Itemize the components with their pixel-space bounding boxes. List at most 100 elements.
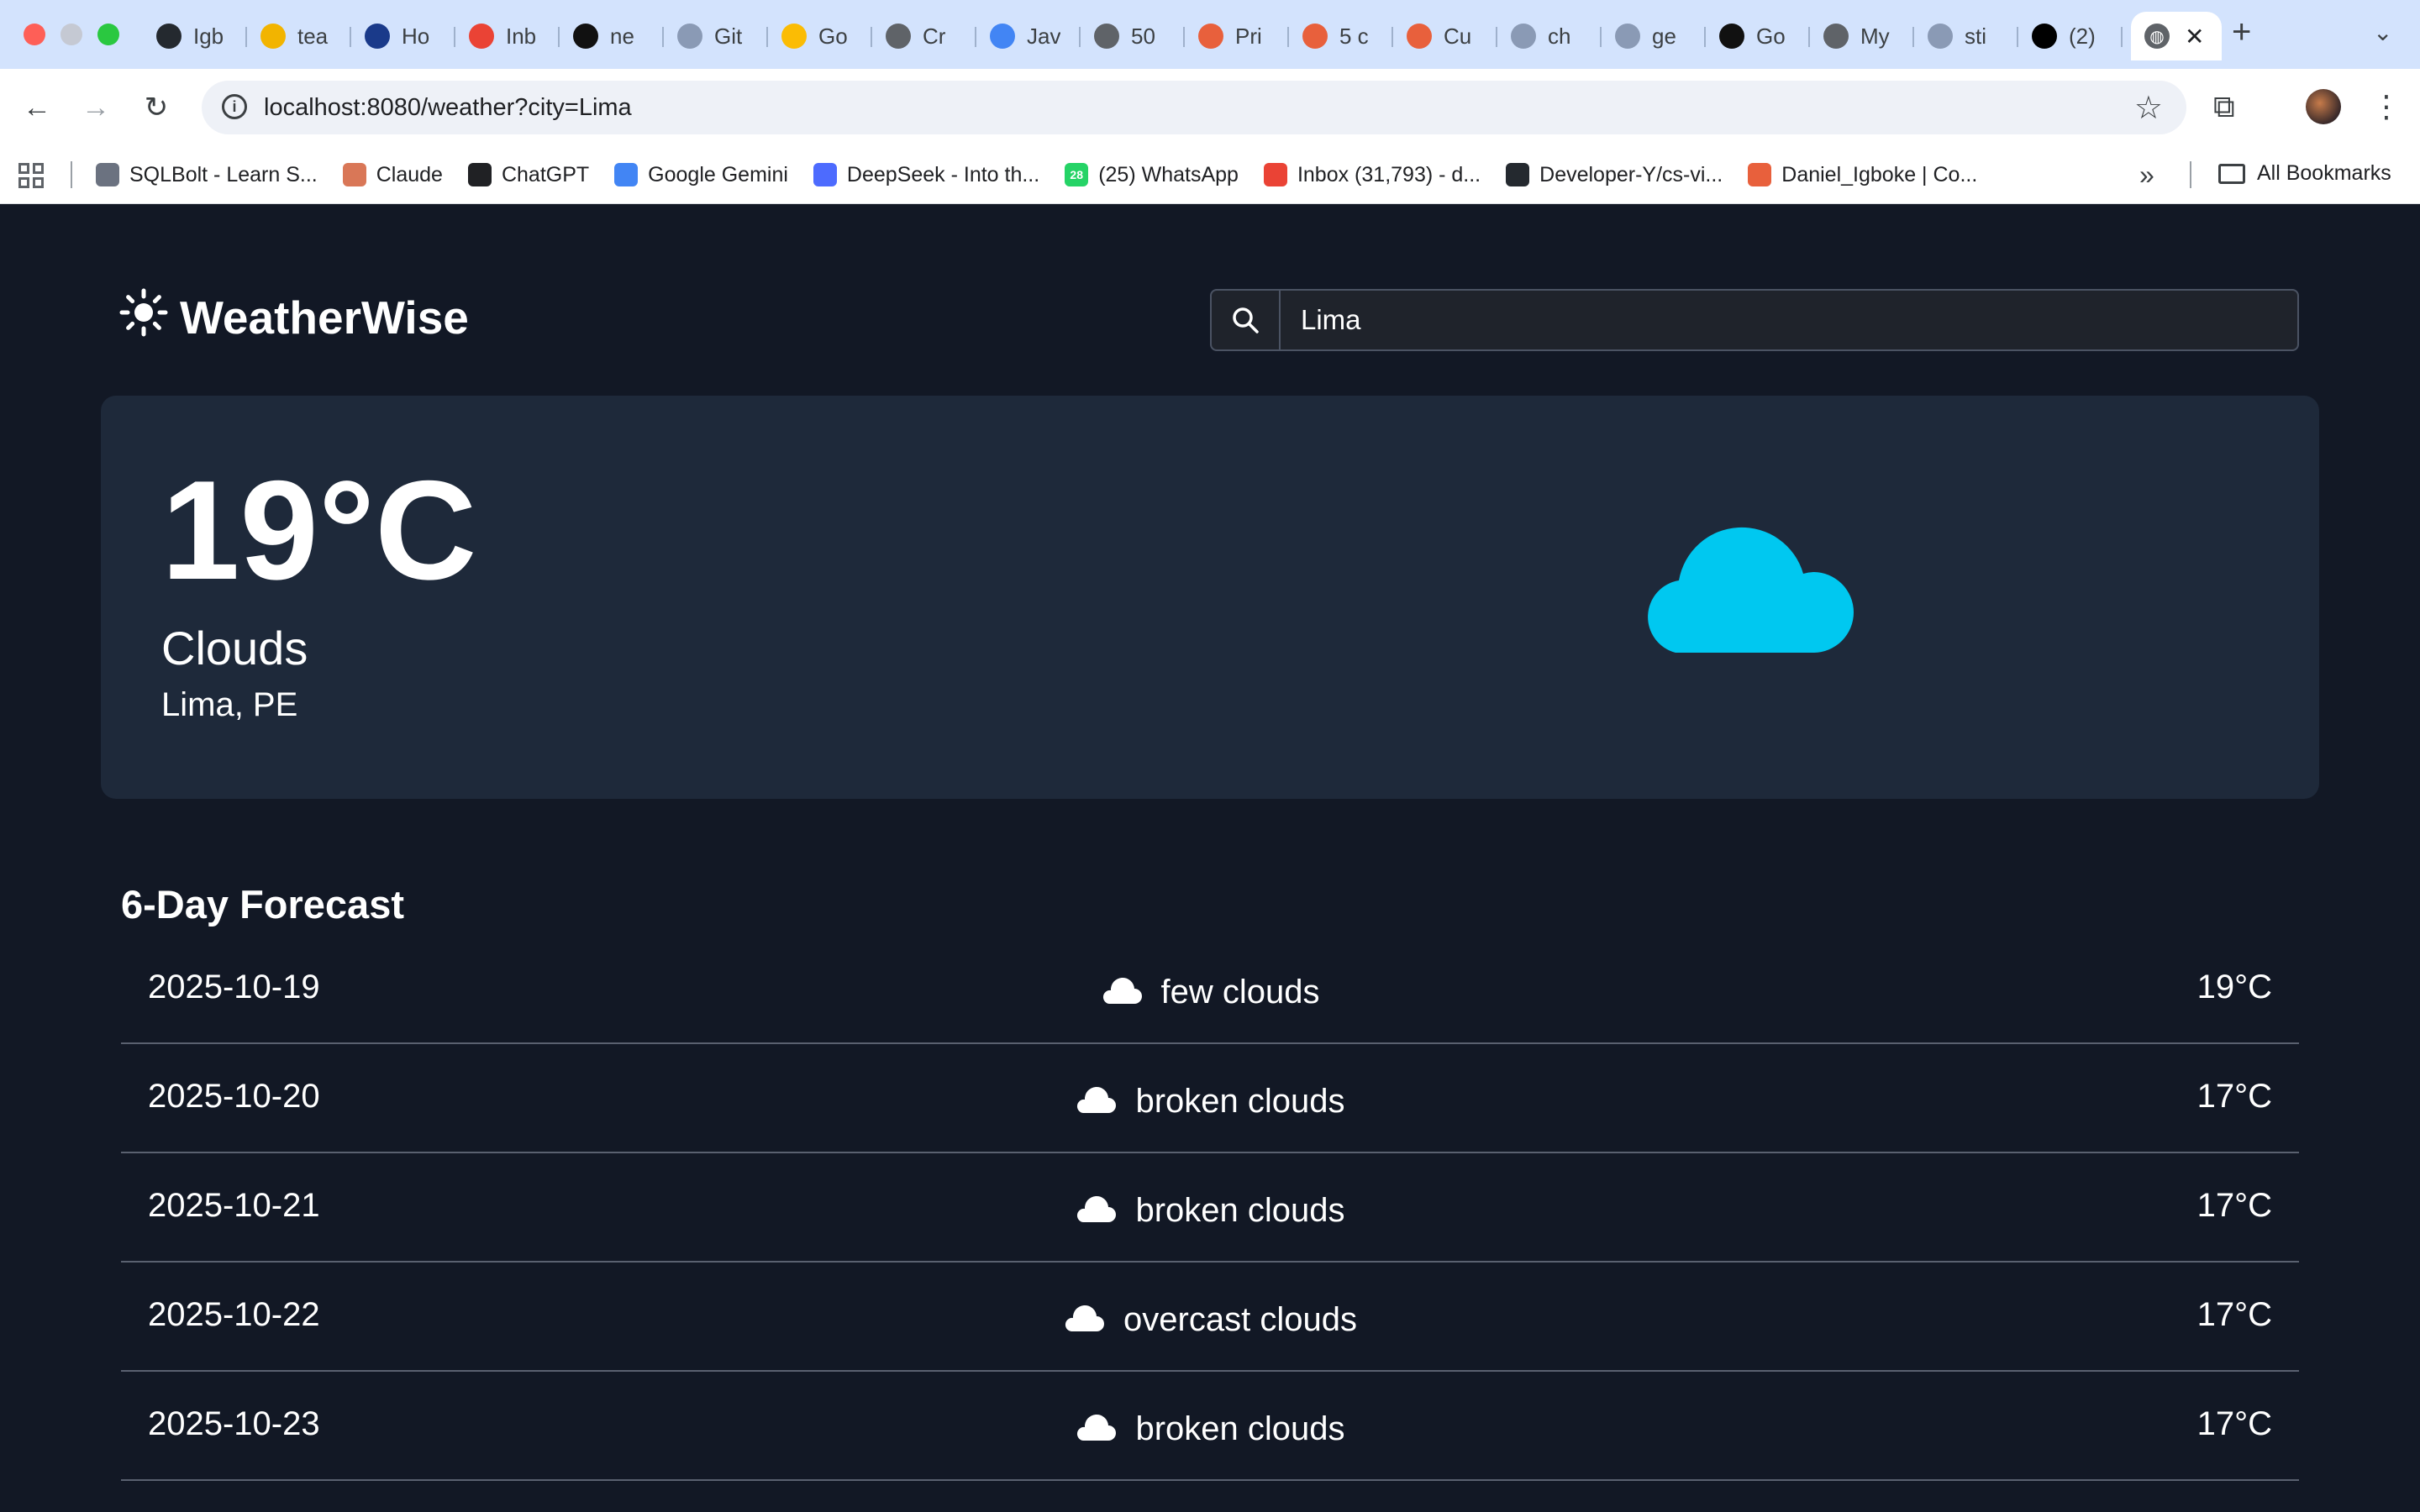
forecast-condition: few clouds: [121, 974, 2299, 1011]
browser-tab[interactable]: Inb: [455, 12, 560, 60]
current-location: Lima, PE: [161, 686, 298, 723]
triangle-icon: [1928, 24, 1953, 49]
browser-tab[interactable]: 50: [1081, 12, 1185, 60]
site-info-icon[interactable]: i: [222, 94, 247, 119]
browser-tab[interactable]: ge: [1602, 12, 1706, 60]
chatgpt-icon: [467, 163, 492, 186]
tab-search-chevron-icon[interactable]: ⌄: [2373, 18, 2392, 46]
tab-title: Ho: [402, 23, 430, 49]
all-bookmarks-button[interactable]: All Bookmarks: [2218, 161, 2391, 186]
globe-icon: [886, 24, 911, 49]
bookmark-item[interactable]: Claude: [342, 163, 443, 187]
bulb-icon: [781, 24, 807, 49]
browser-tab[interactable]: sti: [1914, 12, 2018, 60]
github-icon: [156, 24, 182, 49]
forecast-row: 2025-10-21 broken clouds 17°C: [121, 1153, 2299, 1263]
whatsapp-icon: 28: [1065, 163, 1089, 186]
forecast-list: 2025-10-19 few clouds 19°C 2025-10-20 br…: [121, 935, 2299, 1481]
forward-button[interactable]: →: [77, 89, 114, 126]
forecast-description: broken clouds: [1135, 1083, 1345, 1120]
bookmark-item[interactable]: 28 (25) WhatsApp: [1065, 163, 1239, 187]
bookmark-label: (25) WhatsApp: [1098, 162, 1239, 186]
browser-toolbar: ← → ↻ i localhost:8080/weather?city=Lima…: [0, 69, 2420, 146]
search-input[interactable]: [1281, 291, 2297, 349]
x-icon: [2032, 24, 2057, 49]
bookmarks-divider: [2190, 161, 2191, 188]
tab-title: My: [1860, 23, 1890, 49]
back-button[interactable]: ←: [18, 89, 55, 126]
globe-icon: ◍: [2144, 24, 2170, 49]
close-tab-icon[interactable]: ✕: [2185, 23, 2204, 50]
browser-tab[interactable]: Cr: [872, 12, 976, 60]
window-maximize-button[interactable]: [97, 24, 119, 45]
bookmark-star-icon[interactable]: ☆: [2134, 89, 2163, 127]
extensions-icon[interactable]: ⧉: [2213, 89, 2235, 125]
forecast-title: 6-Day Forecast: [121, 882, 404, 927]
browser-tab[interactable]: Jav: [976, 12, 1081, 60]
bookmark-item[interactable]: Google Gemini: [614, 163, 788, 187]
browser-tab[interactable]: Go: [768, 12, 872, 60]
browser-tab[interactable]: 5 c: [1289, 12, 1393, 60]
box-icon: [1719, 24, 1744, 49]
p-icon: [365, 24, 390, 49]
tab-title: Inb: [506, 23, 537, 49]
brand[interactable]: WeatherWise: [119, 288, 469, 346]
browser-tab[interactable]: ch: [1497, 12, 1602, 60]
browser-tab[interactable]: (2): [2018, 12, 2123, 60]
tab-title: Igb: [193, 23, 224, 49]
tab-title: ch: [1548, 23, 1571, 49]
sun-icon: [119, 288, 168, 346]
browser-tab[interactable]: Cu: [1393, 12, 1497, 60]
bookmark-item[interactable]: Daniel_Igboke | Co...: [1748, 163, 1977, 187]
forecast-description: overcast clouds: [1123, 1301, 1357, 1338]
browser-tab[interactable]: ne: [560, 12, 664, 60]
browser-menu-icon[interactable]: ⋮: [2371, 89, 2402, 124]
bookmark-label: Daniel_Igboke | Co...: [1781, 162, 1978, 186]
address-bar[interactable]: i localhost:8080/weather?city=Lima ☆: [202, 81, 2186, 134]
bookmark-item[interactable]: DeepSeek - Into th...: [813, 163, 1039, 187]
browser-tab[interactable]: tea: [247, 12, 351, 60]
gemini-icon: [614, 163, 639, 186]
url-text[interactable]: localhost:8080/weather?city=Lima: [264, 94, 632, 122]
bookmark-label: Inbox (31,793) - d...: [1297, 162, 1481, 186]
tab-title: Cr: [923, 23, 946, 49]
search-icon[interactable]: [1212, 291, 1281, 349]
browser-tab[interactable]: My: [1810, 12, 1914, 60]
bookmark-label: Developer-Y/cs-vi...: [1539, 162, 1723, 186]
reload-button[interactable]: ↻: [138, 89, 175, 126]
forecast-condition: broken clouds: [121, 1410, 2299, 1448]
profile-avatar[interactable]: [2306, 89, 2341, 124]
burst-icon: [1198, 24, 1223, 49]
all-bookmarks-label: All Bookmarks: [2257, 161, 2391, 185]
cloud-icon: [1075, 1085, 1117, 1118]
gmail-icon: [1263, 163, 1287, 186]
browser-tab[interactable]: Go: [1706, 12, 1810, 60]
forecast-description: broken clouds: [1135, 1192, 1345, 1229]
portfolio-icon: [1748, 163, 1772, 186]
bookmark-item[interactable]: Developer-Y/cs-vi...: [1506, 163, 1723, 187]
forecast-condition: broken clouds: [121, 1192, 2299, 1230]
globe-outline-icon: [677, 24, 702, 49]
bookmark-label: DeepSeek - Into th...: [846, 162, 1040, 186]
bookmark-item[interactable]: Inbox (31,793) - d...: [1263, 162, 1481, 187]
bookmark-item[interactable]: ChatGPT: [467, 163, 589, 187]
claude-icon: [342, 163, 366, 186]
more-bookmarks-icon[interactable]: »: [2139, 160, 2154, 191]
new-tab-button[interactable]: +: [2232, 13, 2251, 51]
browser-tab-active[interactable]: ◍ ✕: [2131, 12, 2222, 60]
browser-tab[interactable]: Ho: [351, 12, 455, 60]
bookmark-label: Google Gemini: [648, 162, 788, 186]
forecast-description: few clouds: [1160, 974, 1320, 1011]
browser-tab[interactable]: Git: [664, 12, 768, 60]
deepseek-icon: [813, 163, 837, 186]
forecast-description: broken clouds: [1135, 1410, 1345, 1447]
bookmark-item[interactable]: SQLBolt - Learn S...: [96, 163, 318, 187]
browser-tab[interactable]: Pri: [1185, 12, 1289, 60]
apps-grid-icon[interactable]: [18, 163, 44, 188]
window-close-button[interactable]: [24, 24, 45, 45]
browser-tab[interactable]: Igb: [143, 12, 247, 60]
weather-page: WeatherWise 19°C Clouds Lima, PE 6-Day F…: [0, 204, 2420, 1512]
forecast-row: 2025-10-20 broken clouds 17°C: [121, 1044, 2299, 1153]
window-minimize-button[interactable]: [60, 24, 82, 45]
forecast-row: 2025-10-19 few clouds 19°C: [121, 935, 2299, 1044]
